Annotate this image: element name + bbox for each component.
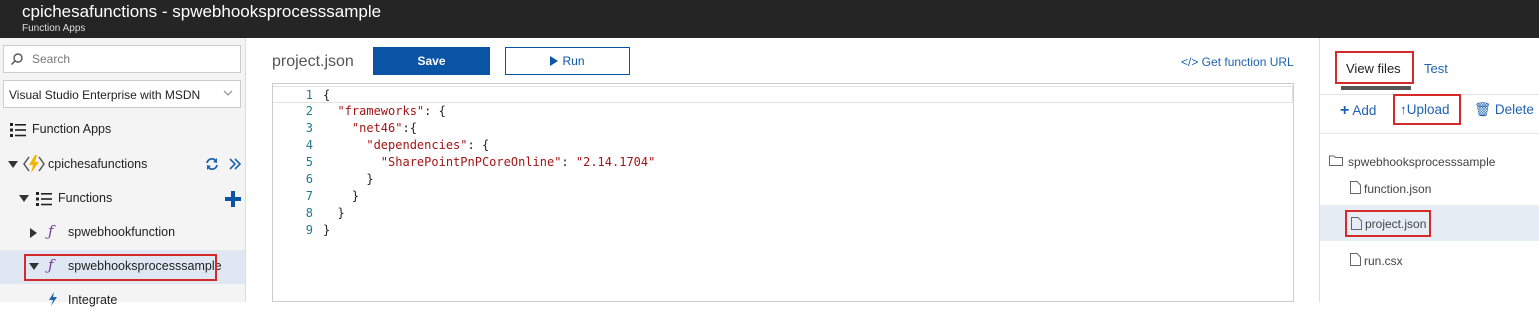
folder-icon xyxy=(1329,155,1343,166)
highlight-box xyxy=(1345,210,1431,237)
sidebar-item-label: Integrate xyxy=(68,293,118,307)
page-subtitle: Function Apps xyxy=(22,23,86,34)
subscription-value: Visual Studio Enterprise with MSDN xyxy=(9,88,201,102)
code-text: "frameworks": { xyxy=(337,104,446,118)
code-line: 3 "net46":{ xyxy=(273,120,1293,137)
integrate-icon xyxy=(49,292,57,306)
code-text: } xyxy=(323,172,374,186)
line-number: 8 xyxy=(305,206,313,220)
code-text: { xyxy=(323,88,331,102)
sidebar-item-label: Functions xyxy=(58,191,113,205)
file-icon xyxy=(1350,253,1361,266)
caret-right-icon[interactable] xyxy=(30,228,37,238)
divider xyxy=(1320,133,1539,134)
run-label: Run xyxy=(562,54,585,68)
function-app-icon xyxy=(23,155,45,173)
caret-down-icon[interactable] xyxy=(8,161,18,169)
sidebar-item-cpichesafunctions[interactable]: cpichesafunctions xyxy=(0,148,245,182)
delete-label: Delete xyxy=(1494,102,1534,117)
code-line: 8 } xyxy=(273,205,1293,222)
code-editor[interactable]: 1 { 2 "frameworks": { 3 "net46":{ 4 "dep… xyxy=(272,83,1294,302)
line-number: 4 xyxy=(305,138,313,152)
code-text: "net46":{ xyxy=(351,121,417,135)
editor-area: project.json Save Run </> Get function U… xyxy=(247,38,1319,302)
code-text: } xyxy=(323,223,331,237)
code-line: 6 } xyxy=(273,171,1293,188)
line-number: 5 xyxy=(305,155,313,169)
code-line: 1 { xyxy=(273,86,1293,103)
line-number: 2 xyxy=(305,104,313,118)
list-icon xyxy=(36,192,52,206)
highlight-box xyxy=(24,254,217,281)
file-item[interactable]: run.csx xyxy=(1320,248,1539,272)
trash-icon: 🗑 xyxy=(1474,102,1492,117)
search-box[interactable] xyxy=(3,45,241,73)
line-number: 1 xyxy=(305,88,313,102)
file-item[interactable]: function.json xyxy=(1320,176,1539,200)
sidebar-item-spwebhooksprocesssample[interactable]: ƒ spwebhooksprocesssample xyxy=(0,250,245,284)
sidebar-item-integrate[interactable]: Integrate xyxy=(0,284,245,318)
file-item[interactable]: project.json xyxy=(1320,205,1539,241)
run-button[interactable]: Run xyxy=(505,47,630,75)
code-line: 7 } xyxy=(273,188,1293,205)
caret-down-icon[interactable] xyxy=(19,195,29,203)
sidebar-item-functions[interactable]: Functions xyxy=(0,182,245,216)
play-icon xyxy=(550,56,559,66)
highlight-box xyxy=(1393,94,1461,125)
line-number: 3 xyxy=(305,121,313,135)
highlight-box xyxy=(1335,51,1414,84)
search-input[interactable] xyxy=(32,50,232,68)
subscription-select[interactable]: Visual Studio Enterprise with MSDN xyxy=(3,80,241,108)
search-icon xyxy=(10,53,23,66)
list-icon xyxy=(10,123,26,137)
file-label: function.json xyxy=(1364,182,1432,196)
file-title: project.json xyxy=(272,53,354,70)
delete-button[interactable]: 🗑 Delete xyxy=(1474,102,1534,118)
sidebar-item-label: Function Apps xyxy=(32,122,112,136)
code-text: } xyxy=(323,189,360,203)
add-button[interactable]: + Add xyxy=(1340,102,1376,120)
file-icon xyxy=(1350,181,1361,194)
sidebar-item-label: cpichesafunctions xyxy=(48,157,148,171)
line-number: 6 xyxy=(305,172,313,186)
line-number: 9 xyxy=(305,223,313,237)
code-line: 5 "SharePointPnPCoreOnline": "2.14.1704" xyxy=(273,154,1293,171)
sidebar: Visual Studio Enterprise with MSDN Funct… xyxy=(0,38,246,307)
add-label: Add xyxy=(1352,103,1377,118)
plus-icon: + xyxy=(1340,102,1350,119)
code-line: 4 "dependencies": { xyxy=(273,137,1293,154)
add-function-icon[interactable] xyxy=(225,191,241,207)
code-text: } xyxy=(323,206,345,220)
tab-test[interactable]: Test xyxy=(1424,61,1448,76)
files-panel: View files Test + Add ↑Upload 🗑 Delete s… xyxy=(1319,38,1539,302)
code-line: 9 } xyxy=(273,222,1293,239)
chevron-down-icon xyxy=(223,90,233,96)
function-icon: ƒ xyxy=(48,222,54,240)
collapse-icon[interactable] xyxy=(228,158,242,170)
file-label: run.csx xyxy=(1364,254,1403,268)
folder-label: spwebhooksprocesssample xyxy=(1348,155,1496,169)
code-line: 2 "frameworks": { xyxy=(273,103,1293,120)
folder-item[interactable]: spwebhooksprocesssample xyxy=(1320,149,1539,173)
code-text: "SharePointPnPCoreOnline": "2.14.1704" xyxy=(380,155,656,169)
code-text: "dependencies": { xyxy=(366,138,490,152)
sidebar-item-function-apps[interactable]: Function Apps xyxy=(0,113,245,147)
line-number: 7 xyxy=(305,189,313,203)
active-tab-indicator xyxy=(1341,86,1411,90)
get-function-url-link[interactable]: </> Get function URL xyxy=(1181,55,1294,69)
refresh-icon[interactable] xyxy=(205,157,219,171)
top-bar: cpichesafunctions - spwebhooksprocesssam… xyxy=(0,0,1539,38)
page-title: cpichesafunctions - spwebhooksprocesssam… xyxy=(22,2,382,21)
save-button[interactable]: Save xyxy=(373,47,490,75)
sidebar-item-label: spwebhookfunction xyxy=(68,225,176,239)
sidebar-item-spwebhookfunction[interactable]: ƒ spwebhookfunction xyxy=(0,216,245,250)
